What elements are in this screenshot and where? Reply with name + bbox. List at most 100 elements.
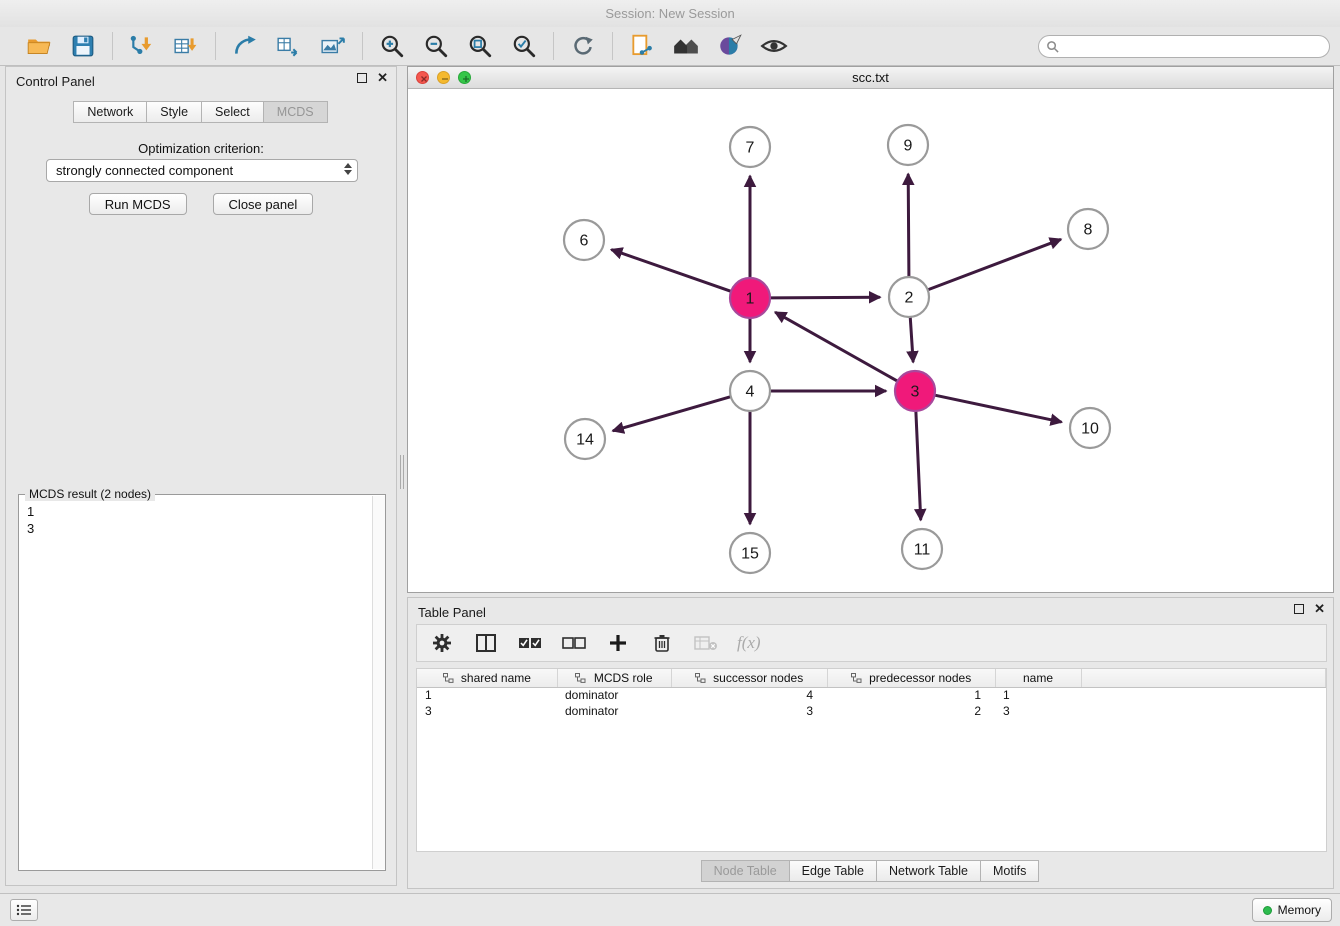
zoom-out-button[interactable]	[421, 31, 451, 61]
zoom-in-button[interactable]	[377, 31, 407, 61]
edge-3-11[interactable]	[916, 412, 921, 519]
node-8[interactable]: 8	[1068, 209, 1108, 249]
network-from-table-icon	[276, 34, 302, 58]
table-cell[interactable]: 1	[995, 687, 1081, 703]
tab-mcds[interactable]: MCDS	[263, 101, 328, 123]
table-cell[interactable]: 3	[417, 703, 557, 719]
column-type-icon	[695, 673, 706, 683]
edge-4-14[interactable]	[614, 397, 730, 431]
minimize-window-button[interactable]	[437, 71, 450, 84]
header-mcds-role[interactable]: MCDS role	[557, 669, 671, 687]
edge-2-8[interactable]	[929, 240, 1060, 290]
table-row[interactable]: 3dominator323	[417, 703, 1326, 719]
close-panel-button[interactable]: Close panel	[213, 193, 314, 215]
columns-button[interactable]	[473, 630, 499, 656]
style-button[interactable]	[715, 31, 745, 61]
node-11[interactable]: 11	[902, 529, 942, 569]
node-1[interactable]: 1	[730, 278, 770, 318]
edge-2-3[interactable]	[910, 318, 913, 361]
edge-2-9[interactable]	[908, 175, 909, 276]
tab-edge-table[interactable]: Edge Table	[789, 860, 877, 882]
node-2[interactable]: 2	[889, 277, 929, 317]
network-graph[interactable]: 7 9 6 8 1 2 4 3 14 10 15 11	[408, 89, 1333, 592]
node-15[interactable]: 15	[730, 533, 770, 573]
node-6[interactable]: 6	[564, 220, 604, 260]
node-7[interactable]: 7	[730, 127, 770, 167]
clear-selection-button[interactable]	[561, 630, 587, 656]
network-from-table-button[interactable]	[274, 31, 304, 61]
header-successor-nodes[interactable]: successor nodes	[671, 669, 827, 687]
close-panel-icon[interactable]: ✕	[377, 73, 388, 83]
task-history-button[interactable]	[10, 899, 38, 921]
zoom-fit-button[interactable]	[465, 31, 495, 61]
show-hide-button[interactable]	[759, 31, 789, 61]
panel-splitter-handle[interactable]	[398, 455, 406, 489]
search-input[interactable]	[1038, 35, 1330, 58]
function-builder-button[interactable]: f(x)	[737, 630, 761, 656]
gear-button[interactable]	[429, 630, 455, 656]
save-session-button[interactable]	[68, 31, 98, 61]
show-hide-icon	[760, 33, 788, 59]
mcds-result-line: 3	[27, 520, 385, 537]
delete-table-button[interactable]	[693, 630, 719, 656]
refresh-layout-button[interactable]	[568, 31, 598, 61]
edge-3-10[interactable]	[936, 395, 1061, 422]
zoom-window-button[interactable]	[458, 71, 471, 84]
memory-button[interactable]: Memory	[1252, 898, 1332, 922]
node-4[interactable]: 4	[730, 371, 770, 411]
edge-1-6[interactable]	[612, 250, 730, 291]
header-shared-name[interactable]: shared name	[417, 669, 557, 687]
tab-network-table[interactable]: Network Table	[876, 860, 981, 882]
tab-network[interactable]: Network	[73, 101, 147, 123]
table-row[interactable]: 1dominator411	[417, 687, 1326, 703]
tab-node-table[interactable]: Node Table	[701, 860, 790, 882]
table-cell[interactable]: 3	[671, 703, 827, 719]
copy-network-button[interactable]	[627, 31, 657, 61]
open-session-icon	[26, 34, 52, 58]
columns-icon	[475, 633, 497, 653]
trash-icon	[653, 633, 671, 653]
tab-select[interactable]: Select	[201, 101, 264, 123]
node-table: shared name MCDS role successor nodes	[417, 669, 1326, 719]
open-session-button[interactable]	[24, 31, 54, 61]
table-cell[interactable]: 1	[827, 687, 995, 703]
close-panel-icon[interactable]: ✕	[1314, 604, 1325, 614]
new-network-button[interactable]	[230, 31, 260, 61]
table-cell[interactable]: 4	[671, 687, 827, 703]
close-window-button[interactable]	[416, 71, 429, 84]
home-layout-button[interactable]	[671, 31, 701, 61]
float-panel-icon[interactable]	[1294, 604, 1304, 614]
optimization-criterion-dropdown[interactable]: strongly connected component	[46, 159, 358, 182]
tab-motifs[interactable]: Motifs	[980, 860, 1039, 882]
delete-column-button[interactable]	[649, 630, 675, 656]
import-network-button[interactable]	[127, 31, 157, 61]
add-column-button[interactable]	[605, 630, 631, 656]
node-14[interactable]: 14	[565, 419, 605, 459]
table-cell[interactable]: dominator	[557, 703, 671, 719]
node-10[interactable]: 10	[1070, 408, 1110, 448]
clear-selection-icon	[562, 635, 586, 651]
node-3[interactable]: 3	[895, 371, 935, 411]
network-window-titlebar[interactable]: scc.txt	[408, 67, 1333, 89]
table-cell[interactable]: dominator	[557, 687, 671, 703]
table-cell[interactable]: 2	[827, 703, 995, 719]
column-type-icon	[575, 673, 586, 683]
float-panel-icon[interactable]	[357, 73, 367, 83]
table-cell[interactable]: 3	[995, 703, 1081, 719]
header-predecessor-nodes[interactable]: predecessor nodes	[827, 669, 995, 687]
select-all-button[interactable]	[517, 630, 543, 656]
result-scrollbar[interactable]	[372, 496, 385, 869]
zoom-selected-button[interactable]	[509, 31, 539, 61]
edge-1-2[interactable]	[771, 297, 879, 298]
header-name[interactable]: name	[995, 669, 1081, 687]
table-cell[interactable]: 1	[417, 687, 557, 703]
mcds-result-list: 13	[19, 495, 385, 537]
table-panel-title: Table Panel	[408, 598, 486, 620]
node-9[interactable]: 9	[888, 125, 928, 165]
add-column-icon	[608, 633, 628, 653]
run-mcds-button[interactable]: Run MCDS	[89, 193, 187, 215]
export-image-button[interactable]	[318, 31, 348, 61]
tab-style[interactable]: Style	[146, 101, 202, 123]
import-table-button[interactable]	[171, 31, 201, 61]
edge-3-1[interactable]	[776, 313, 897, 381]
